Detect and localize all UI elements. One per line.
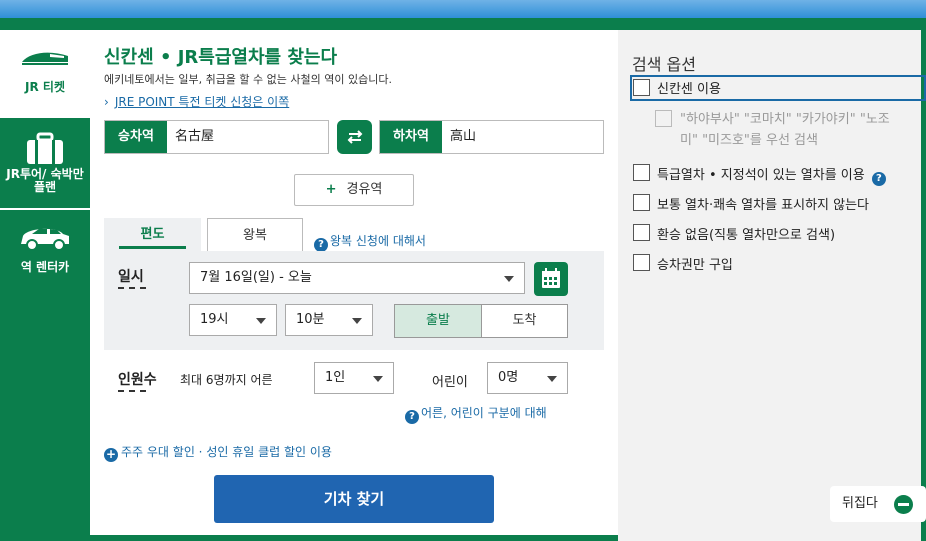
chevron-down-icon xyxy=(256,318,266,324)
departure-station-value: 名古屋 xyxy=(175,129,215,144)
hide-local-trains-label: 보통 열차·쾌속 열차를 표시하지 않는다 xyxy=(657,198,870,213)
question-icon: ? xyxy=(405,410,419,424)
tab-one-way[interactable]: 편도 xyxy=(104,218,201,252)
dash-decoration xyxy=(118,287,146,290)
sidebar-item-jr-ticket[interactable]: JR 티켓 xyxy=(0,30,90,118)
add-via-station-button[interactable]: + 경유역 xyxy=(294,174,414,206)
ticket-only-checkbox[interactable] xyxy=(633,254,650,271)
minus-circle-icon xyxy=(894,495,913,514)
chevron-down-icon xyxy=(547,376,557,382)
datetime-label: 일시 xyxy=(118,269,144,285)
panel-bottom-band xyxy=(90,535,618,541)
ticket-only-label: 승차권만 구입 xyxy=(657,258,733,273)
question-icon: ? xyxy=(314,238,328,252)
sidebar-item-label: JR 티켓 xyxy=(25,80,65,94)
limited-express-checkbox-label: 특급열차 • 지정석이 있는 열차를 이용 ? xyxy=(657,164,888,186)
header-green-band xyxy=(0,18,926,30)
chevron-down-icon xyxy=(352,318,362,324)
suitcase-icon xyxy=(27,132,63,164)
chevron-down-icon xyxy=(373,376,383,382)
sidebar: JR 티켓 JR투어/ 숙박만 플랜 역 렌터카 xyxy=(0,30,90,541)
car-icon xyxy=(21,228,69,251)
no-transfer-checkbox[interactable] xyxy=(633,224,650,241)
minute-select[interactable]: 10분 xyxy=(285,304,373,336)
collapse-options-button[interactable]: 뒤집다 xyxy=(830,486,926,522)
departure-station-label: 승차역 xyxy=(105,121,167,153)
swap-stations-button[interactable] xyxy=(337,120,372,154)
tab-underline xyxy=(119,246,186,249)
child-label: 어린이 xyxy=(432,375,468,390)
priority-trains-label-line1: "하야부사" "코마치" "카가야키" "노조 xyxy=(680,112,890,127)
arrival-station-value: 高山 xyxy=(450,129,477,144)
limited-express-checkbox[interactable] xyxy=(633,164,650,181)
priority-trains-checkbox[interactable] xyxy=(655,110,672,127)
adult-count-select[interactable]: 1인 xyxy=(314,362,394,394)
search-options-panel xyxy=(618,30,926,541)
search-options-title: 검색 옵션 xyxy=(632,55,696,74)
depart-toggle-button[interactable]: 출발 xyxy=(394,304,482,338)
calendar-icon xyxy=(542,268,560,288)
right-edge-band xyxy=(921,30,926,541)
hide-local-trains-checkbox[interactable] xyxy=(633,194,650,211)
arrive-toggle-button[interactable]: 도착 xyxy=(481,304,568,338)
age-category-help-link[interactable]: ? 어른, 어린이 구분에 대해 xyxy=(405,404,547,424)
round-trip-help-link[interactable]: ? 왕복 신청에 대해서 xyxy=(314,232,426,252)
dash-decoration xyxy=(118,390,146,393)
shinkansen-checkbox[interactable] xyxy=(633,79,650,96)
no-transfer-label: 환승 없음(직통 열차만으로 검색) xyxy=(657,228,836,243)
plus-circle-icon: + xyxy=(104,447,118,462)
departure-station-field[interactable]: 승차역 名古屋 xyxy=(104,120,329,154)
page-note: 에키네토에서는 일부, 취급을 할 수 없는 사철의 역이 있습니다. xyxy=(104,73,392,86)
arrival-station-label: 하차역 xyxy=(380,121,442,153)
page-title: 신칸센 • JR특급열차를 찾는다 xyxy=(104,47,338,68)
child-count-select[interactable]: 0명 xyxy=(487,362,568,394)
jre-point-link[interactable]: › JRE POINT 특전 티켓 신청은 이쪽 xyxy=(104,93,289,110)
sidebar-item-label: JR투어/ 숙박만 플랜 xyxy=(6,167,84,194)
chevron-right-icon: › xyxy=(104,95,109,109)
arrival-station-field[interactable]: 하차역 高山 xyxy=(379,120,604,154)
top-sky-banner xyxy=(0,0,926,18)
question-icon[interactable]: ? xyxy=(871,172,886,186)
discount-option-link[interactable]: + 주주 우대 할인 · 성인 휴일 클럽 할인 이용 xyxy=(104,443,332,462)
date-select[interactable]: 7월 16일(일) - 오늘 xyxy=(189,262,525,294)
sidebar-item-jr-tour[interactable]: JR투어/ 숙박만 플랜 xyxy=(0,118,90,208)
shinkansen-checkbox-label: 신칸센 이용 xyxy=(657,82,721,97)
swap-arrows-icon xyxy=(347,130,362,144)
calendar-button[interactable] xyxy=(534,262,568,296)
shinkansen-icon xyxy=(22,52,68,65)
search-trains-button[interactable]: 기차 찾기 xyxy=(214,475,494,523)
priority-trains-label-line2: 미" "미즈호"를 우선 검색 xyxy=(680,133,818,148)
chevron-down-icon xyxy=(504,276,514,282)
hour-select[interactable]: 19시 xyxy=(189,304,277,336)
tab-round-trip[interactable]: 왕복 xyxy=(207,218,303,252)
sidebar-item-label: 역 렌터카 xyxy=(20,260,70,274)
adult-label: 최대 6명까지 어른 xyxy=(180,373,273,387)
plus-icon: + xyxy=(325,182,337,197)
sidebar-item-rent-a-car[interactable]: 역 렌터카 xyxy=(0,210,90,290)
passengers-label: 인원수 xyxy=(118,372,157,388)
